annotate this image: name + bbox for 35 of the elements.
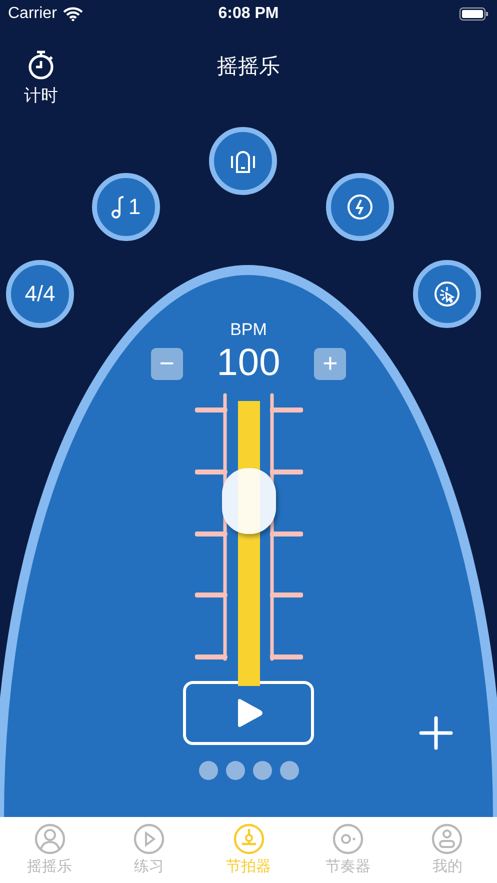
tab-item[interactable]: 节奏器 (298, 817, 398, 883)
stopwatch-icon[interactable] (27, 50, 55, 80)
page-dot[interactable] (226, 761, 244, 780)
tab-item[interactable]: 摇摇乐 (0, 817, 100, 883)
status-time: 6:08 PM (218, 5, 279, 23)
page-dot[interactable] (280, 761, 298, 780)
tempo-slider[interactable] (222, 401, 276, 686)
decrease-button[interactable]: − (150, 348, 183, 380)
disc-icon (332, 823, 364, 855)
time-signature-button[interactable]: 4/4 (6, 260, 74, 328)
page-dot[interactable] (252, 761, 272, 780)
tab-item[interactable]: 我的 (398, 817, 497, 883)
bpm-label: BPM (230, 320, 267, 340)
bpm-value: 100 (216, 342, 280, 385)
lightning-icon (346, 193, 374, 221)
person-icon (34, 823, 66, 855)
profile-icon (431, 823, 464, 855)
page-title: 摇摇乐 (216, 54, 281, 80)
subdivision-button[interactable]: 1 (92, 173, 160, 241)
music-note-icon (111, 195, 126, 219)
click-spark-icon (433, 280, 461, 308)
bell-icon (229, 148, 257, 174)
slider-thumb[interactable] (222, 468, 276, 534)
play-button[interactable] (183, 681, 314, 745)
battery-icon (459, 7, 489, 21)
timer-label[interactable]: 计时 (24, 84, 58, 107)
metronome-icon (232, 823, 265, 855)
wifi-icon (62, 7, 83, 21)
tab-item[interactable]: 练习 (99, 817, 199, 883)
page-dot[interactable] (198, 761, 218, 780)
carrier-label: Carrier (8, 5, 57, 23)
add-button[interactable] (418, 715, 454, 751)
tab-item[interactable]: 节拍器 (198, 817, 298, 883)
increase-button[interactable]: + (314, 348, 346, 380)
play-icon (133, 823, 166, 855)
